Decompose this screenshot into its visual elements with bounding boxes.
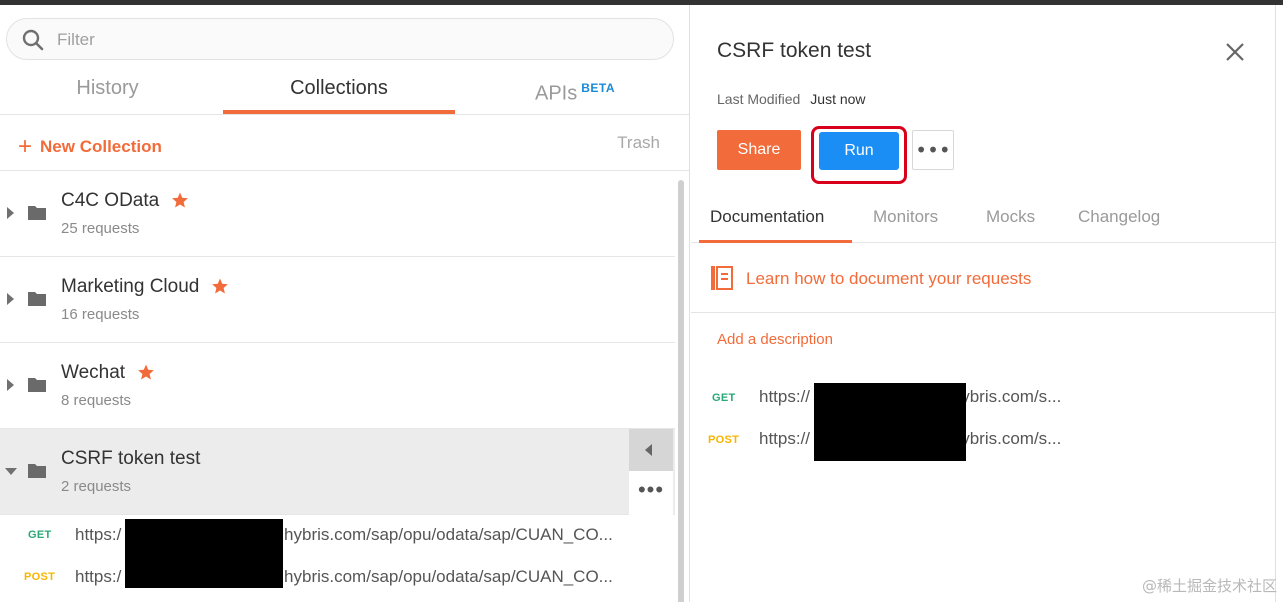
close-icon[interactable] [1224, 41, 1246, 63]
collection-item[interactable]: C4C OData 25 requests [0, 171, 675, 257]
tab-documentation[interactable]: Documentation [710, 207, 824, 227]
panel-title: CSRF token test [717, 39, 872, 62]
active-tab-indicator [699, 240, 852, 243]
collection-request-count: 16 requests [61, 306, 140, 323]
collection-request-count: 8 requests [61, 392, 132, 409]
request-url-prefix: https:// [759, 429, 811, 448]
request-url-suffix: .hybris.com/sap/opu/odata/sap/CUAN_CO... [279, 567, 613, 586]
request-url-prefix: https:/ [75, 525, 122, 544]
method-badge: GET [712, 392, 736, 404]
star-icon[interactable] [171, 191, 189, 209]
search-icon [22, 29, 44, 51]
tab-history[interactable]: History [0, 67, 215, 114]
collection-name: Wechat [61, 362, 155, 384]
tab-apis-label: APIs [534, 82, 578, 105]
filter-input[interactable] [57, 27, 657, 53]
request-url-prefix: https:/ [75, 567, 122, 586]
star-icon[interactable] [211, 277, 229, 295]
document-icon [711, 266, 733, 290]
trash-button[interactable]: Trash [617, 133, 660, 153]
folder-icon [28, 464, 46, 478]
folder-icon [28, 378, 46, 392]
new-collection-label: New Collection [40, 137, 162, 156]
caret-right-icon[interactable] [7, 207, 14, 219]
more-options-button[interactable]: ••• [912, 130, 954, 170]
collections-sidebar: History Collections APIsBETA + New Collec… [0, 5, 690, 602]
redaction-box [814, 383, 966, 461]
beta-badge: BETA [581, 81, 616, 95]
collection-name-text: C4C OData [61, 190, 160, 211]
collection-name: C4C OData [61, 190, 189, 212]
request-url-suffix: .hybris.com/sap/opu/odata/sap/CUAN_CO... [279, 525, 613, 544]
tab-mocks[interactable]: Mocks [986, 207, 1035, 227]
tab-history-label: History [76, 77, 139, 99]
caret-right-icon[interactable] [7, 293, 14, 305]
collection-item[interactable]: Wechat 8 requests [0, 343, 675, 429]
collection-name: Marketing Cloud [61, 276, 229, 298]
tab-monitors[interactable]: Monitors [873, 207, 938, 227]
request-row[interactable]: POST https:/ .hybris.com/sap/opu/odata/sa… [0, 557, 675, 599]
last-modified-value: Just now [810, 91, 866, 107]
collection-detail-panel: CSRF token test Last Modified Just now Sh… [691, 5, 1275, 602]
watermark: @稀土掘金技术社区 [1141, 577, 1277, 595]
learn-documentation-link[interactable]: Learn how to document your requests [746, 269, 1031, 289]
last-modified: Last Modified Just now [717, 91, 866, 107]
new-collection-button[interactable]: + New Collection [18, 131, 162, 160]
caret-left-icon [645, 444, 652, 456]
collection-item[interactable]: Marketing Cloud 16 requests [0, 257, 675, 343]
caret-right-icon[interactable] [7, 379, 14, 391]
panel-request-row[interactable]: GET https://.hybris.com/s... [691, 384, 1275, 414]
folder-icon [28, 206, 46, 220]
caret-down-icon[interactable] [5, 468, 17, 475]
sidebar-tabs: History Collections APIs BETA [0, 67, 689, 115]
tab-changelog[interactable]: Changelog [1078, 207, 1160, 227]
learn-banner: Learn how to document your requests [691, 249, 1275, 313]
share-button[interactable]: Share [717, 130, 801, 170]
collection-request-count: 25 requests [61, 220, 140, 237]
collection-more-button[interactable]: ••• [629, 471, 673, 515]
redaction-box [125, 519, 283, 588]
tab-collections-label: Collections [290, 77, 388, 99]
method-badge: POST [24, 571, 56, 583]
filter-box [6, 18, 674, 60]
request-url-prefix: https:// [759, 387, 811, 406]
collection-name: CSRF token test [61, 448, 200, 470]
collection-request-count: 2 requests [61, 478, 132, 495]
folder-icon [28, 292, 46, 306]
method-badge: GET [28, 529, 52, 541]
tab-collections[interactable]: Collections [223, 67, 455, 114]
request-row[interactable]: GET https:/ .hybris.com/sap/opu/odata/sap… [0, 515, 675, 557]
panel-tabs: Documentation Monitors Mocks Changelog [691, 201, 1275, 243]
sidebar-scrollbar[interactable] [678, 180, 684, 602]
collection-name-text: CSRF token test [61, 448, 201, 469]
collection-name-text: Wechat [61, 362, 126, 383]
tab-apis[interactable]: APIs BETA [460, 67, 689, 114]
collapse-panel-button[interactable] [629, 429, 673, 471]
add-description-link[interactable]: Add a description [717, 331, 833, 348]
run-button[interactable]: Run [819, 132, 899, 170]
sidebar-action-bar: + New Collection Trash [0, 115, 689, 171]
plus-icon: + [18, 133, 33, 160]
collection-list: C4C OData 25 requests Marketing Cloud 16… [0, 171, 675, 599]
last-modified-label: Last Modified [717, 91, 801, 107]
collection-item-selected[interactable]: CSRF token test 2 requests ••• [0, 429, 675, 515]
method-badge: POST [708, 434, 740, 446]
star-icon[interactable] [137, 363, 155, 381]
panel-request-row[interactable]: POST https://.hybris.com/s... [691, 426, 1275, 456]
collection-name-text: Marketing Cloud [61, 276, 200, 297]
adjacent-window-edge [1275, 5, 1283, 602]
